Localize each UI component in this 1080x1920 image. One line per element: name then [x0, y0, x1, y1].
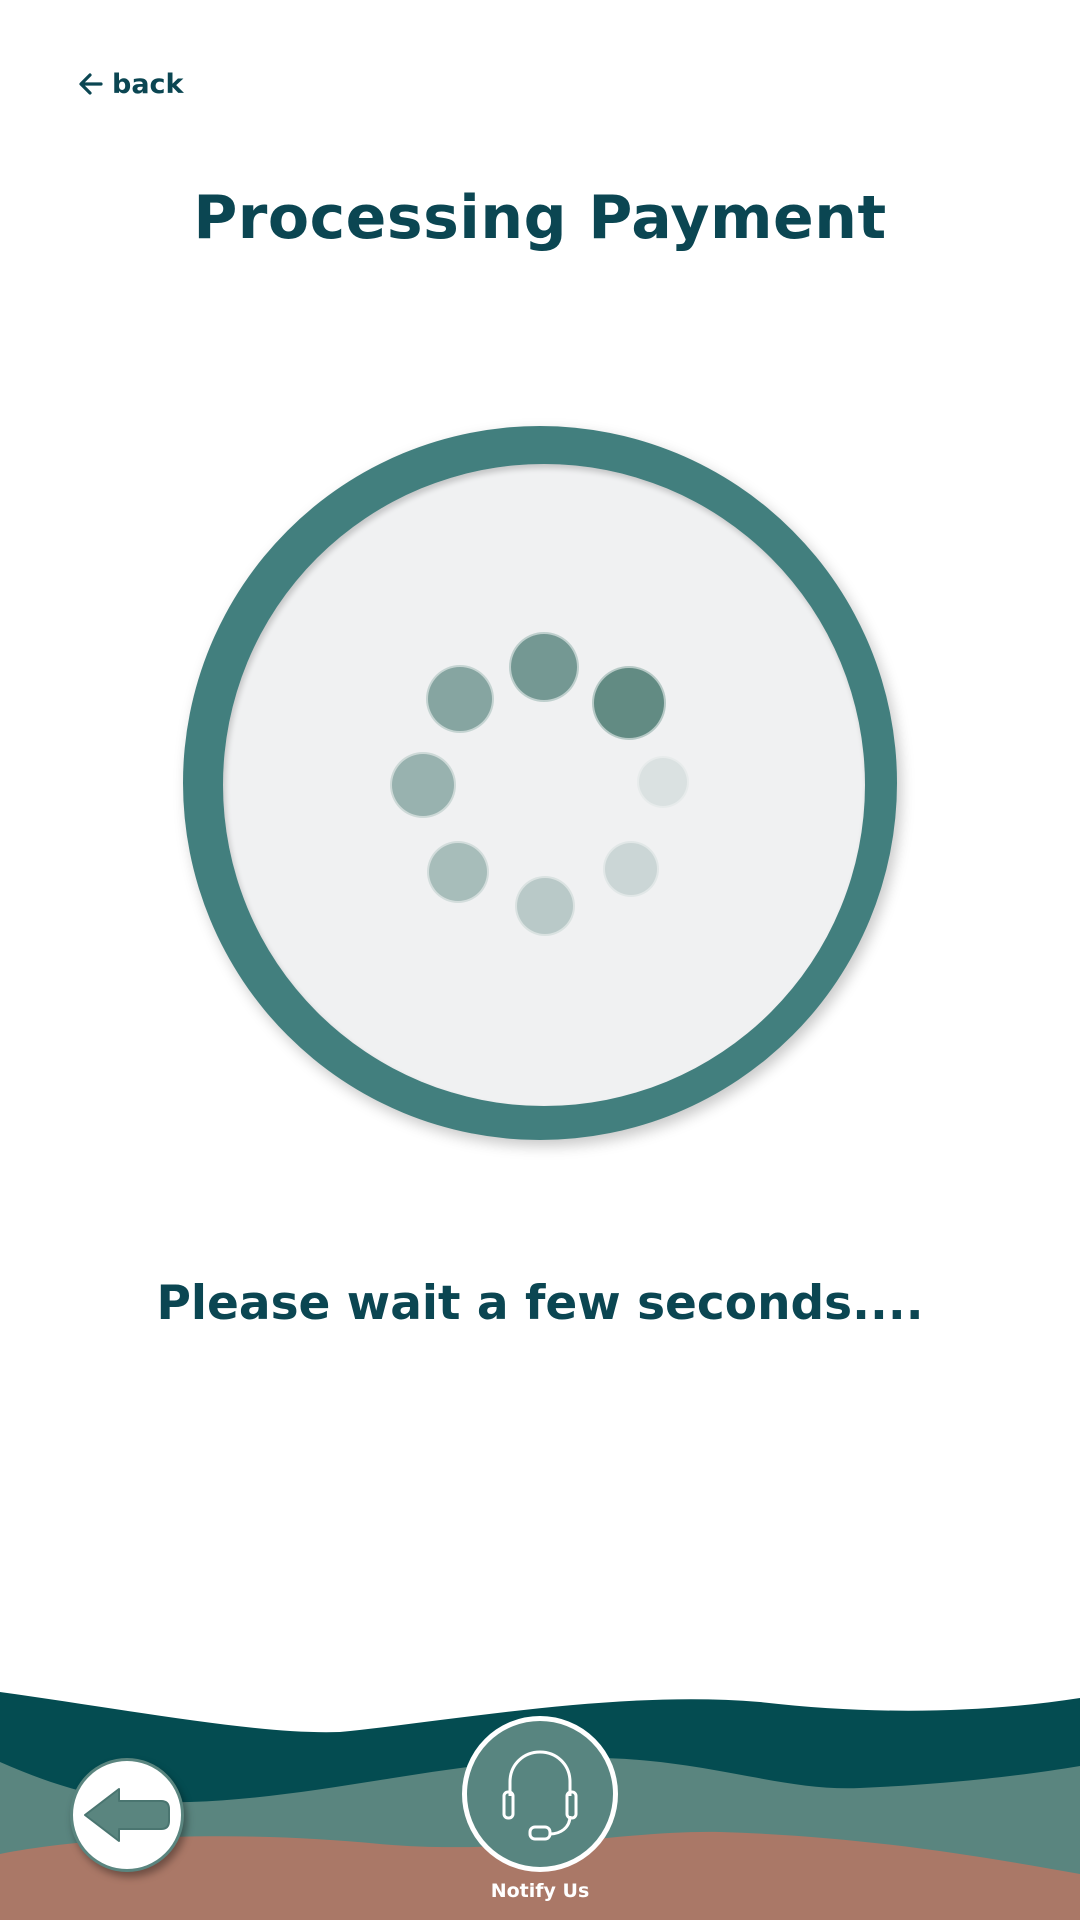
page-title: Processing Payment	[193, 183, 887, 253]
spinner-dot	[515, 876, 575, 936]
wait-message: Please wait a few seconds....	[156, 1276, 924, 1331]
arrow-left-icon	[76, 69, 106, 99]
notify-us-label: Notify Us	[490, 1880, 590, 1902]
spinner-dot	[637, 756, 689, 808]
headset-icon	[494, 1746, 586, 1842]
spinner-dot	[426, 665, 494, 733]
spinner-dot	[592, 666, 666, 740]
spinner-face	[223, 464, 865, 1106]
spinner-dot	[603, 841, 659, 897]
back-link[interactable]: back	[76, 64, 184, 104]
spinner-dot	[509, 632, 579, 702]
spinner-dot	[390, 752, 456, 818]
loading-spinner	[183, 426, 897, 1140]
back-circle-button[interactable]	[70, 1758, 184, 1872]
notify-us-button[interactable]	[462, 1716, 618, 1872]
spinner-dot	[427, 841, 489, 903]
back-label: back	[112, 68, 184, 100]
back-arrow-icon	[77, 1785, 177, 1845]
